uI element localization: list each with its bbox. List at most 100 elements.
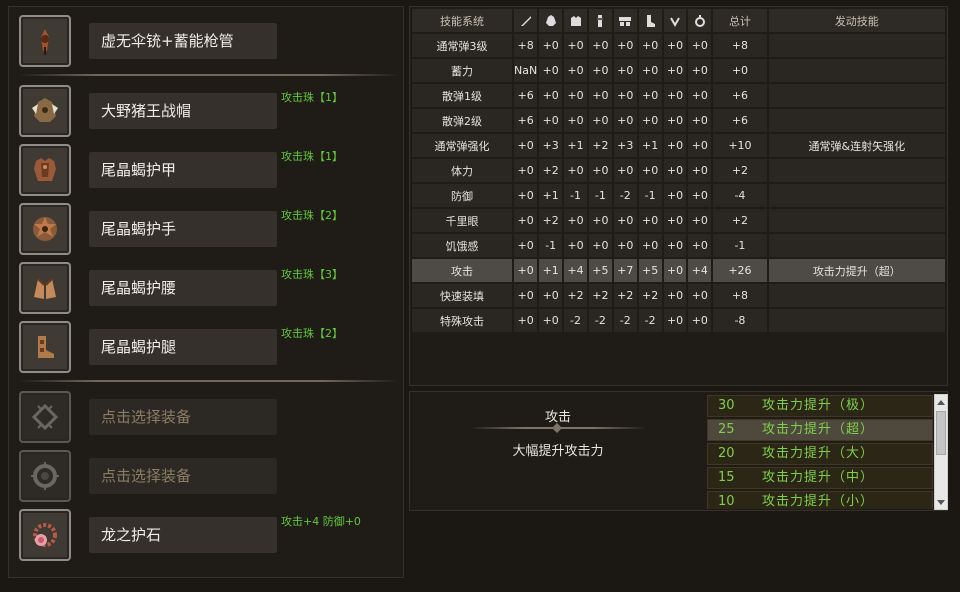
skill-point-cell: +0: [688, 34, 712, 57]
select-equipment-button[interactable]: 点击选择装备: [89, 458, 277, 494]
equipment-slot[interactable]: 虚无伞铳+蓄能枪管: [19, 15, 399, 67]
skill-point-cell: +0: [514, 309, 538, 332]
skill-point-cell: +0: [514, 259, 538, 282]
skill-point-cell: +2: [638, 284, 662, 307]
header-leg-icon: [638, 9, 662, 32]
skill-point-cell: +0: [539, 34, 563, 57]
equipment-slot[interactable]: 龙之护石 攻击+4 防御+0: [19, 509, 399, 561]
equipment-decoration-label: 攻击珠【2】: [281, 209, 343, 222]
skill-level-name: 攻击力提升（中）: [762, 470, 875, 485]
skill-total-cell: +2: [713, 209, 767, 232]
scroll-thumb[interactable]: [936, 411, 946, 455]
skill-row[interactable]: 蓄力 NaN +0 +0 +0 +0 +0 +0 +0 +0: [412, 59, 945, 82]
skill-name-cell: 千里眼: [412, 209, 513, 232]
equipment-decoration-label: 攻击珠【2】: [281, 327, 343, 340]
equipment-name[interactable]: 大野猪王战帽: [89, 93, 277, 129]
equipment-name[interactable]: 尾晶蝎护腰: [89, 270, 277, 306]
skill-level-name: 攻击力提升（极）: [762, 398, 875, 413]
skill-level-item[interactable]: 10 攻击力提升（小）: [707, 491, 933, 509]
header-helmet-icon: [539, 9, 563, 32]
chest-armor-icon[interactable]: [19, 144, 71, 196]
skill-name-cell: 体力: [412, 159, 513, 182]
skill-row[interactable]: 散弹1级 +6 +0 +0 +0 +0 +0 +0 +0 +6: [412, 84, 945, 107]
equipment-slot[interactable]: 尾晶蝎护腿 攻击珠【2】: [19, 321, 399, 373]
skill-row[interactable]: 通常弹3级 +8 +0 +0 +0 +0 +0 +0 +0 +8: [412, 34, 945, 57]
equipment-name[interactable]: 尾晶蝎护手: [89, 211, 277, 247]
skill-name-cell: 通常弹3级: [412, 34, 513, 57]
skill-row[interactable]: 通常弹强化 +0 +3 +1 +2 +3 +1 +0 +0 +10 通常弹&连射矢强化: [412, 134, 945, 157]
header-total: 总计: [713, 9, 767, 32]
skill-point-cell: +0: [613, 209, 637, 232]
skill-point-cell: +1: [539, 259, 563, 282]
skill-point-cell: +0: [539, 59, 563, 82]
skill-point-cell: +3: [539, 134, 563, 157]
equipment-name[interactable]: 尾晶蝎护腿: [89, 329, 277, 365]
activated-skill-cell: 通常弹&连射矢强化: [768, 134, 945, 157]
equipment-decoration-label: 攻击珠【1】: [281, 91, 343, 104]
level-list-scrollbar[interactable]: [934, 394, 948, 510]
skill-point-cell: +0: [514, 234, 538, 257]
skill-name-cell: 散弹1级: [412, 84, 513, 107]
skill-level-item[interactable]: 30 攻击力提升（极）: [707, 395, 933, 417]
gunlance-icon[interactable]: [19, 15, 71, 67]
skill-total-cell: +6: [713, 109, 767, 132]
skill-level-item[interactable]: 15 攻击力提升（中）: [707, 467, 933, 489]
skill-row[interactable]: 攻击 +0 +1 +4 +5 +7 +5 +0 +4 +26 攻击力提升（超）: [412, 259, 945, 282]
waist-armor-icon[interactable]: [19, 262, 71, 314]
helmet-icon: [545, 14, 556, 26]
skill-row[interactable]: 防御 +0 +1 -1 -1 -2 -1 +0 +0 -4: [412, 184, 945, 207]
skill-point-cell: +0: [588, 84, 612, 107]
scroll-up-button[interactable]: [935, 395, 947, 409]
activated-skill-cell: [768, 159, 945, 182]
equipment-slot[interactable]: 大野猪王战帽 攻击珠【1】: [19, 85, 399, 137]
skill-level-item[interactable]: 20 攻击力提升（大）: [707, 443, 933, 465]
skill-point-cell: +1: [539, 184, 563, 207]
skill-row[interactable]: 饥饿感 +0 -1 +0 +0 +0 +0 +0 +0 -1: [412, 234, 945, 257]
skill-row[interactable]: 快速装填 +0 +0 +2 +2 +2 +2 +0 +0 +8: [412, 284, 945, 307]
skill-row[interactable]: 散弹2级 +6 +0 +0 +0 +0 +0 +0 +0 +6: [412, 109, 945, 132]
skill-level-points: 15: [718, 470, 735, 485]
skill-point-cell: +0: [588, 109, 612, 132]
skill-point-cell: NaN: [514, 59, 538, 82]
equipment-name[interactable]: 虚无伞铳+蓄能枪管: [89, 23, 277, 59]
skill-name-cell: 通常弹强化: [412, 134, 513, 157]
empty-slot-icon[interactable]: [19, 391, 71, 443]
equipment-slot[interactable]: 点击选择装备: [19, 391, 399, 443]
select-equipment-button[interactable]: 点击选择装备: [89, 399, 277, 435]
skill-level-list[interactable]: 30 攻击力提升（极） 25 攻击力提升（超） 20 攻击力提升（大） 15 攻击力提升（中）…: [707, 395, 933, 509]
skill-name-cell: 防御: [412, 184, 513, 207]
skill-point-cell: +0: [613, 84, 637, 107]
skill-name-cell: 快速装填: [412, 284, 513, 307]
helmet-icon[interactable]: [19, 85, 71, 137]
skill-point-cell: +0: [663, 209, 687, 232]
skill-table: 技能系统 总计 发动技能 通常弹3级 +8 +0 +0 +0 +0 +0 +0 +0 +8 蓄力 NaN…: [410, 7, 947, 334]
equipment-slot[interactable]: 尾晶蝎护腰 攻击珠【3】: [19, 262, 399, 314]
skill-point-cell: +0: [588, 159, 612, 182]
header-waist-icon: [613, 9, 637, 32]
skill-row[interactable]: 特殊攻击 +0 +0 -2 -2 -2 -2 +0 +0 -8: [412, 309, 945, 332]
leg-armor-icon[interactable]: [19, 321, 71, 373]
equipment-slot[interactable]: 点击选择装备: [19, 450, 399, 502]
skill-point-cell: +0: [514, 284, 538, 307]
empty-ring-slot-icon[interactable]: [19, 450, 71, 502]
skill-point-cell: +0: [663, 184, 687, 207]
equipment-name[interactable]: 龙之护石: [89, 517, 277, 553]
skill-name-cell: 饥饿感: [412, 234, 513, 257]
header-chest-icon: [564, 9, 587, 32]
skill-point-cell: +0: [539, 284, 563, 307]
skill-total-cell: +0: [713, 59, 767, 82]
equipment-slot[interactable]: 尾晶蝎护甲 攻击珠【1】: [19, 144, 399, 196]
skill-point-cell: -2: [613, 184, 637, 207]
skill-row[interactable]: 千里眼 +0 +2 +0 +0 +0 +0 +0 +0 +2: [412, 209, 945, 232]
scroll-down-button[interactable]: [935, 495, 947, 509]
equipment-name[interactable]: 尾晶蝎护甲: [89, 152, 277, 188]
weapon-icon: [520, 15, 531, 26]
equipment-slot[interactable]: 尾晶蝎护手 攻击珠【2】: [19, 203, 399, 255]
skill-level-item[interactable]: 25 攻击力提升（超）: [707, 419, 933, 441]
talisman-icon[interactable]: [19, 509, 71, 561]
skill-row[interactable]: 体力 +0 +2 +0 +0 +0 +0 +0 +0 +2: [412, 159, 945, 182]
gauntlet-icon[interactable]: [19, 203, 71, 255]
skill-point-cell: -1: [588, 184, 612, 207]
skill-total-cell: +26: [713, 259, 767, 282]
skill-point-cell: +0: [588, 209, 612, 232]
